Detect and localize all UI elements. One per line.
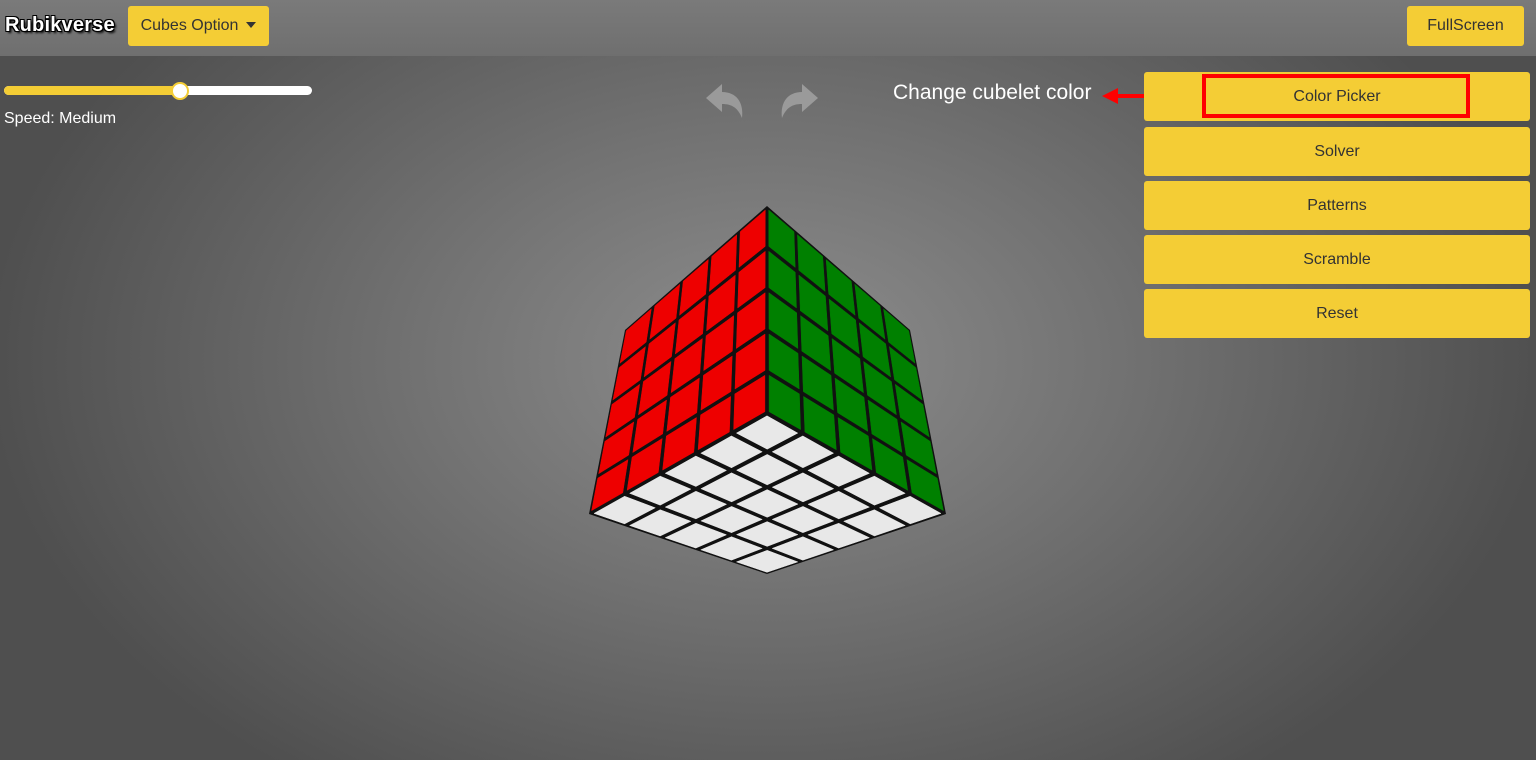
cubes-option-dropdown[interactable]: Cubes Option — [128, 6, 269, 46]
redo-arrow-icon[interactable] — [778, 80, 822, 120]
patterns-button[interactable]: Patterns — [1144, 181, 1530, 230]
color-picker-button[interactable]: Color Picker — [1144, 72, 1530, 121]
fullscreen-button[interactable]: FullScreen — [1407, 6, 1524, 46]
cubes-option-label: Cubes Option — [140, 17, 239, 34]
scramble-button[interactable]: Scramble — [1144, 235, 1530, 284]
slider-thumb[interactable] — [170, 82, 189, 100]
caret-down-icon — [246, 22, 257, 28]
slider-fill — [4, 86, 180, 95]
brand-logo[interactable]: Rubikverse — [5, 14, 115, 37]
speed-slider[interactable] — [4, 82, 312, 100]
annotation-text: Change cubelet color — [893, 81, 1092, 104]
reset-button[interactable]: Reset — [1144, 289, 1530, 338]
undo-arrow-icon[interactable] — [702, 80, 746, 120]
solver-button[interactable]: Solver — [1144, 127, 1530, 176]
speed-label: Speed: Medium — [4, 110, 117, 127]
top-navbar: Rubikverse Cubes Option FullScreen — [0, 0, 1536, 56]
rubiks-cube-canvas[interactable] — [560, 190, 980, 590]
